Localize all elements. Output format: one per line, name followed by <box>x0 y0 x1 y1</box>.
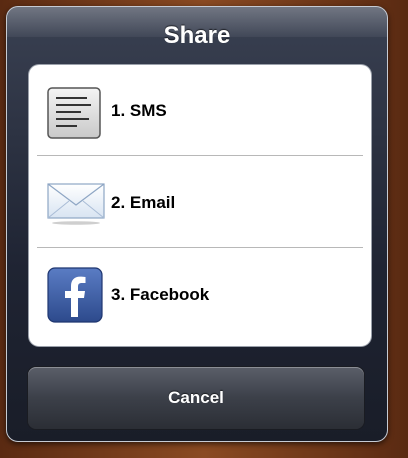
divider <box>37 155 363 156</box>
cancel-button[interactable]: Cancel <box>28 367 364 429</box>
share-option-sms[interactable]: 1. SMS <box>29 65 371 157</box>
divider <box>37 247 363 248</box>
share-option-email[interactable]: 2. Email <box>29 157 371 249</box>
share-option-facebook[interactable]: 3. Facebook <box>29 249 371 341</box>
sms-icon <box>47 87 101 139</box>
share-option-label: 1. SMS <box>111 101 167 120</box>
share-option-label: 2. Email <box>111 193 176 212</box>
facebook-icon <box>47 267 103 323</box>
share-option-label: 3. Facebook <box>111 285 210 304</box>
dialog-title: Share <box>163 22 231 49</box>
share-options-list: 1. SMS 2. Email 3. Facebook <box>29 65 371 346</box>
share-dialog: Share 1. SMS 2. Email 3. Facebook Cancel <box>6 6 388 442</box>
email-icon <box>47 183 105 225</box>
